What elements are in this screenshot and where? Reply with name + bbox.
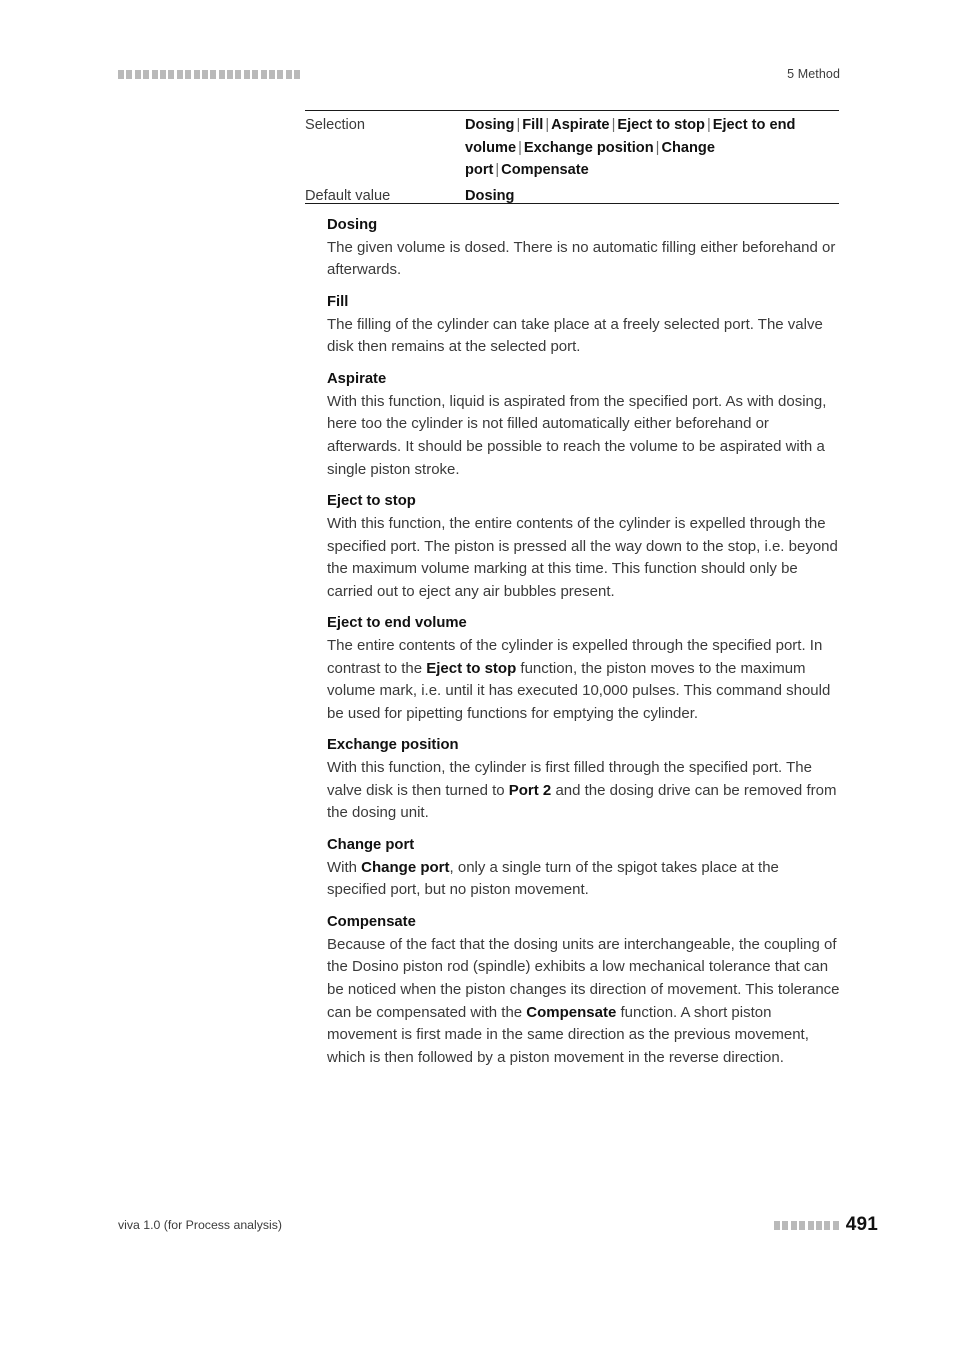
section-title-compensate: Compensate <box>327 914 416 931</box>
footer-decoration-squares <box>773 1220 839 1230</box>
decoration-square <box>832 1220 839 1230</box>
parameter-table: Selection Dosing | Fill | Aspirate | Eject to … <box>305 109 839 212</box>
decoration-square <box>235 69 242 79</box>
decoration-square <box>773 1220 780 1230</box>
decoration-square <box>294 69 301 79</box>
option-compensate: Compensate <box>501 162 589 179</box>
section-body-compensate: Because of the fact that the dosing unit… <box>327 935 840 1066</box>
decoration-square <box>285 69 292 79</box>
decoration-square <box>176 69 183 79</box>
option-eject-to-stop: Eject to stop <box>617 117 705 133</box>
decoration-square <box>201 69 208 79</box>
page-footer: viva 1.0 (for Process analysis) 491 <box>118 1212 878 1238</box>
section-title-exchange-position: Exchange position <box>327 737 459 754</box>
section-body-dosing: The given volume is dosed. There is no a… <box>327 238 836 279</box>
table-key-selection: Selection <box>305 109 465 182</box>
table-row-default-value: Default value Dosing <box>305 182 839 212</box>
table-key-default-value: Default value <box>305 187 391 204</box>
decoration-square <box>185 69 192 79</box>
decoration-square <box>159 69 166 79</box>
section-title-aspirate: Aspirate <box>327 370 387 387</box>
decoration-square <box>118 69 124 79</box>
footer-page-group: 491 <box>773 1214 878 1236</box>
decoration-square <box>227 69 234 79</box>
option-separator: | <box>518 139 522 156</box>
page-header: 5 Method <box>118 62 840 86</box>
section-title-change-port: Change port <box>327 837 415 854</box>
decoration-square <box>782 1220 789 1230</box>
option-separator: | <box>706 117 711 133</box>
decoration-square <box>218 69 225 79</box>
decoration-square <box>807 1220 814 1230</box>
decoration-square <box>790 1220 797 1230</box>
table-value-selection: Dosing | Fill | Aspirate | Eject to stop | Eject… <box>465 109 839 182</box>
section-body-exchange-position: With this function, the cylinder is firs… <box>327 759 837 822</box>
decoration-square <box>815 1220 822 1230</box>
table-row-selection: Selection Dosing | Fill | Aspirate | Eject to … <box>305 109 839 182</box>
table-bottom-rule <box>305 203 839 204</box>
section-title-dosing: Dosing <box>327 217 378 233</box>
section-title-eject-to-stop: Eject to stop <box>327 493 416 510</box>
header-chapter-label: 5 Method <box>787 67 840 81</box>
decoration-square <box>193 69 200 79</box>
decoration-square <box>799 1220 806 1230</box>
section-body-change-port: With Change port, only a single turn of … <box>327 858 779 899</box>
section-body-fill: The filling of the cylinder can take pla… <box>327 315 823 356</box>
decoration-square <box>243 69 250 79</box>
decoration-square <box>210 69 217 79</box>
section-body-eject-to-stop: With this function, the entire contents … <box>327 514 838 600</box>
decoration-square <box>126 69 133 79</box>
option-separator: | <box>495 162 500 179</box>
section-title-fill: Fill <box>327 293 349 310</box>
option-aspirate: Aspirate <box>551 117 610 133</box>
decoration-square <box>824 1220 831 1230</box>
decoration-square <box>269 69 276 79</box>
decoration-square <box>277 69 284 79</box>
option-fill: Fill <box>522 117 544 133</box>
decoration-square <box>143 69 150 79</box>
document-page: 5 Method Selection Dosing | Fill | Aspirate |… <box>0 0 954 1350</box>
page-number: 491 <box>845 1214 878 1235</box>
section-body-eject-to-end-volume: The entire contents of the cylinder is e… <box>327 637 831 722</box>
decoration-square <box>134 69 141 79</box>
decoration-square <box>252 69 259 79</box>
option-separator: | <box>545 117 550 133</box>
section-title-eject-to-end-volume: Eject to end volume <box>327 615 467 632</box>
section-body-aspirate: With this function, liquid is aspirated … <box>327 392 827 478</box>
footer-product-label: viva 1.0 (for Process analysis) <box>118 1218 283 1232</box>
decoration-square <box>168 69 175 79</box>
content-column: Dosing The given volume is dosed. There … <box>327 212 841 1076</box>
option-dosing: Dosing <box>465 117 515 133</box>
header-decoration-squares <box>118 69 301 79</box>
decoration-square <box>260 69 267 79</box>
decoration-square <box>151 69 158 79</box>
option-exchange-position: Exchange position <box>523 139 654 156</box>
table-value-default-value: Dosing <box>465 187 515 204</box>
